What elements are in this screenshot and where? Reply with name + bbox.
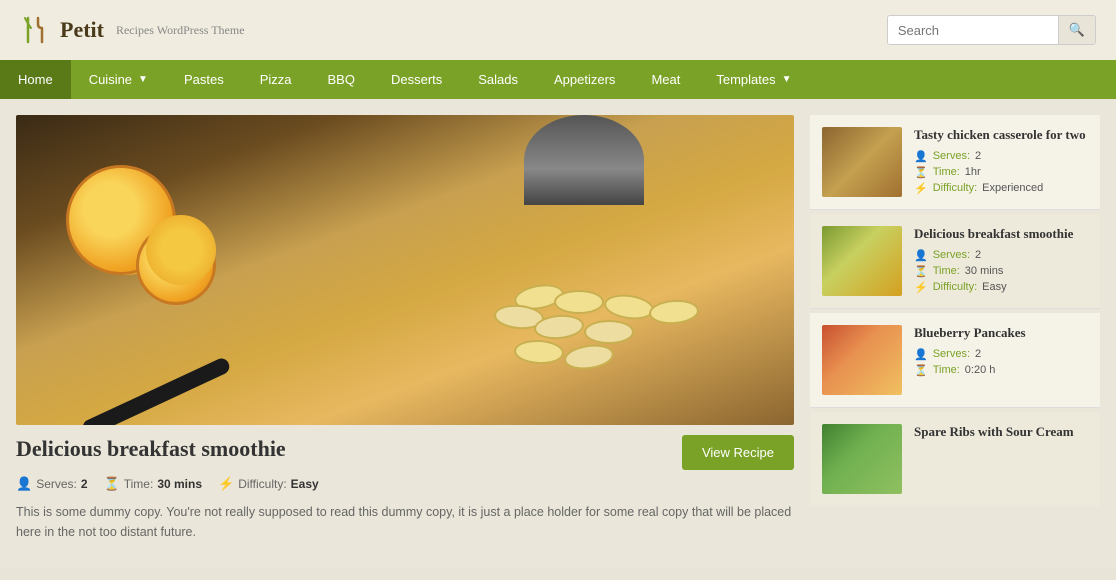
sidebar-time-1: ⏳ Time: 1hr [914, 166, 1088, 179]
sidebar-difficulty-2: ⚡ Difficulty: Easy [914, 281, 1088, 294]
nav-item-desserts[interactable]: Desserts [373, 60, 460, 99]
sidebar: Tasty chicken casserole for two 👤 Serves… [810, 115, 1100, 552]
meta-difficulty: ⚡ Difficulty: Easy [218, 476, 319, 492]
sidebar-bolt-icon-2: ⚡ [914, 281, 928, 294]
orange-2 [136, 225, 216, 305]
navigation: Home Cuisine ▼ Pastes Pizza BBQ Desserts… [0, 60, 1116, 99]
clock-icon: ⏳ [104, 476, 120, 492]
search-button[interactable]: 🔍 [1058, 16, 1095, 44]
meta-serves: 👤 Serves: 2 [16, 476, 88, 492]
nav-item-templates[interactable]: Templates ▼ [698, 60, 809, 99]
sidebar-thumb-3 [822, 325, 902, 395]
time-label: Time: [124, 477, 154, 491]
serves-label: Serves: [36, 477, 77, 491]
sidebar-clock-icon-3: ⏳ [914, 364, 928, 377]
sidebar-title-4: Spare Ribs with Sour Cream [914, 424, 1088, 441]
main-column: Delicious breakfast smoothie View Recipe… [16, 115, 794, 552]
sidebar-thumb-image-2 [822, 226, 902, 296]
serves-value: 2 [81, 477, 88, 491]
nav-item-home[interactable]: Home [0, 60, 71, 99]
article-content: Delicious breakfast smoothie View Recipe… [16, 425, 794, 552]
sidebar-title-2: Delicious breakfast smoothie [914, 226, 1088, 243]
difficulty-value: Easy [291, 477, 319, 491]
sidebar-thumb-image-4 [822, 424, 902, 494]
article-title: Delicious breakfast smoothie [16, 436, 286, 462]
sidebar-bolt-icon-1: ⚡ [914, 182, 928, 195]
article-description: This is some dummy copy. You're not real… [16, 502, 794, 542]
nav-item-pastes[interactable]: Pastes [166, 60, 242, 99]
sidebar-meta-3: 👤 Serves: 2 ⏳ Time: 0:20 h [914, 348, 1088, 377]
sidebar-thumb-4 [822, 424, 902, 494]
sidebar-info-2: Delicious breakfast smoothie 👤 Serves: 2… [914, 226, 1088, 294]
nav-item-appetizers[interactable]: Appetizers [536, 60, 633, 99]
view-recipe-button[interactable]: View Recipe [682, 435, 794, 470]
sidebar-card-4[interactable]: Spare Ribs with Sour Cream [810, 412, 1100, 506]
sidebar-card-2[interactable]: Delicious breakfast smoothie 👤 Serves: 2… [810, 214, 1100, 309]
sidebar-thumb-image-1 [822, 127, 902, 197]
sidebar-person-icon-3: 👤 [914, 348, 928, 361]
nav-item-meat[interactable]: Meat [633, 60, 698, 99]
header: Petit Recipes WordPress Theme 🔍 [0, 0, 1116, 60]
sidebar-thumb-image-3 [822, 325, 902, 395]
page-wrapper: Petit Recipes WordPress Theme 🔍 Home Cui… [0, 0, 1116, 568]
knife [80, 356, 232, 425]
bolt-icon: ⚡ [218, 476, 234, 492]
time-value: 30 mins [157, 477, 202, 491]
featured-image [16, 115, 794, 425]
content-area: Delicious breakfast smoothie View Recipe… [0, 99, 1116, 568]
sidebar-thumb-2 [822, 226, 902, 296]
person-icon: 👤 [16, 476, 32, 492]
nav-item-salads[interactable]: Salads [460, 60, 536, 99]
pot [524, 115, 644, 205]
sidebar-title-3: Blueberry Pancakes [914, 325, 1088, 342]
sidebar-difficulty-1: ⚡ Difficulty: Experienced [914, 182, 1088, 195]
sidebar-info-1: Tasty chicken casserole for two 👤 Serves… [914, 127, 1088, 195]
sidebar-serves-2: 👤 Serves: 2 [914, 249, 1088, 262]
search-box: 🔍 [887, 15, 1096, 45]
templates-dropdown-arrow: ▼ [782, 74, 792, 85]
sidebar-serves-1: 👤 Serves: 2 [914, 150, 1088, 163]
article-meta-row: 👤 Serves: 2 ⏳ Time: 30 mins ⚡ Difficulty… [16, 476, 794, 492]
sidebar-card-3[interactable]: Blueberry Pancakes 👤 Serves: 2 ⏳ Time: 0… [810, 313, 1100, 408]
sidebar-time-3: ⏳ Time: 0:20 h [914, 364, 1088, 377]
meta-time: ⏳ Time: 30 mins [104, 476, 202, 492]
logo-area: Petit Recipes WordPress Theme [20, 14, 245, 46]
sidebar-person-icon-2: 👤 [914, 249, 928, 262]
logo-subtitle: Recipes WordPress Theme [116, 23, 245, 38]
sidebar-thumb-1 [822, 127, 902, 197]
sidebar-person-icon-1: 👤 [914, 150, 928, 163]
sidebar-card-1[interactable]: Tasty chicken casserole for two 👤 Serves… [810, 115, 1100, 210]
banana-cluster [494, 285, 714, 385]
sidebar-serves-3: 👤 Serves: 2 [914, 348, 1088, 361]
sidebar-meta-2: 👤 Serves: 2 ⏳ Time: 30 mins ⚡ Difficulty… [914, 249, 1088, 294]
sidebar-clock-icon-1: ⏳ [914, 166, 928, 179]
sidebar-info-3: Blueberry Pancakes 👤 Serves: 2 ⏳ Time: 0… [914, 325, 1088, 377]
nav-item-cuisine[interactable]: Cuisine ▼ [71, 60, 166, 99]
sidebar-meta-1: 👤 Serves: 2 ⏳ Time: 1hr ⚡ Difficulty: [914, 150, 1088, 195]
orange-1 [66, 165, 176, 275]
difficulty-label: Difficulty: [238, 477, 286, 491]
sidebar-clock-icon-2: ⏳ [914, 265, 928, 278]
cuisine-dropdown-arrow: ▼ [138, 74, 148, 85]
sidebar-info-4: Spare Ribs with Sour Cream [914, 424, 1088, 447]
featured-image-wrap [16, 115, 794, 425]
sidebar-title-1: Tasty chicken casserole for two [914, 127, 1088, 144]
sidebar-time-2: ⏳ Time: 30 mins [914, 265, 1088, 278]
nav-item-bbq[interactable]: BBQ [310, 60, 373, 99]
logo-icon [20, 14, 52, 46]
logo-title: Petit [60, 17, 104, 43]
search-input[interactable] [888, 17, 1058, 44]
nav-item-pizza[interactable]: Pizza [242, 60, 310, 99]
